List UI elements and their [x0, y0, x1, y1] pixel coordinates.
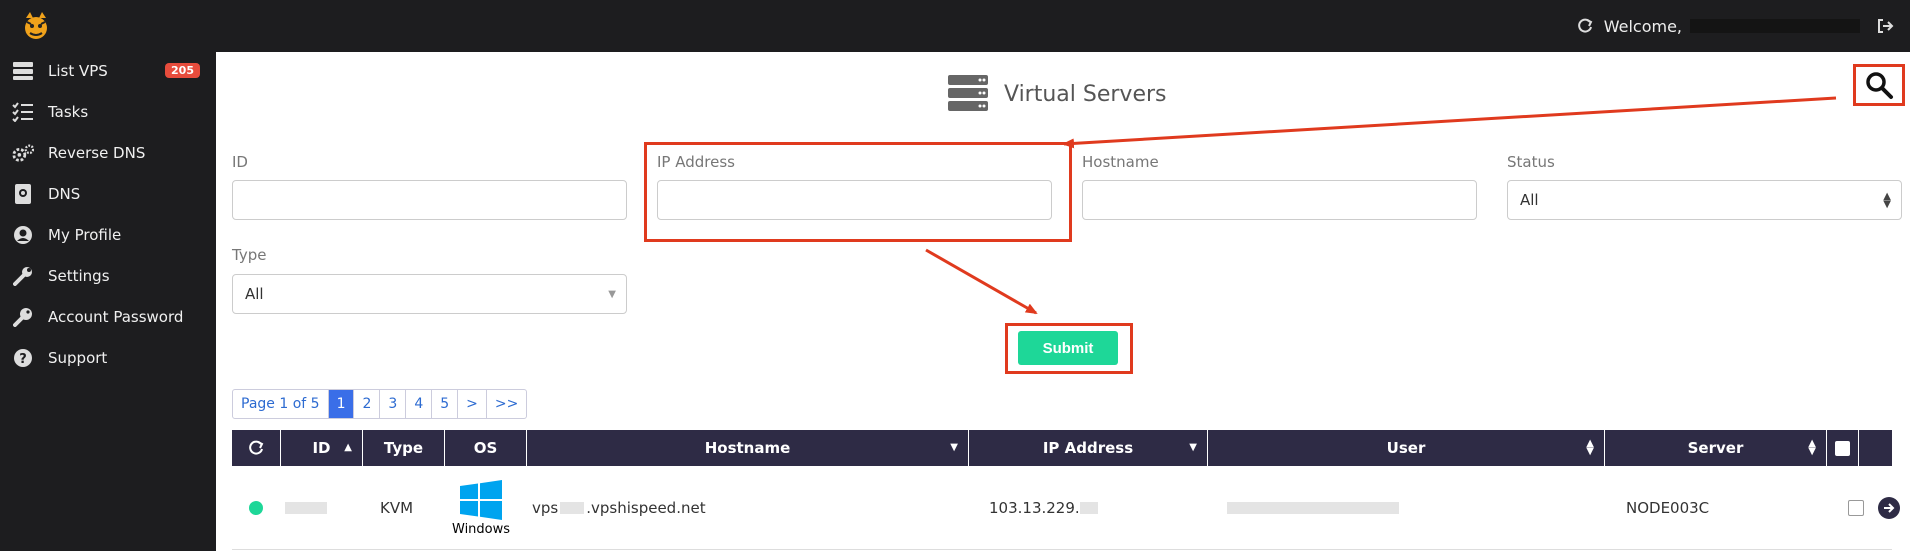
- page-next-link[interactable]: >: [457, 390, 486, 418]
- id-cell: [285, 466, 327, 550]
- sidebar-item-label: Reverse DNS: [48, 144, 146, 162]
- top-bar: Welcome,: [0, 0, 1910, 52]
- server-list-icon: [12, 60, 34, 82]
- username-redacted: [1690, 19, 1860, 33]
- tasks-icon: [12, 101, 34, 123]
- column-label: ID: [312, 439, 331, 457]
- table-row: KVM Windows vps .vpshispeed.net 103.13.2…: [232, 466, 1900, 550]
- main-content: Virtual Servers ID IP Address Hostname S…: [216, 52, 1910, 551]
- user-redacted: [1227, 502, 1399, 514]
- hostname-cell[interactable]: vps .vpshispeed.net: [532, 466, 706, 550]
- select-all-column-header: [1827, 430, 1859, 466]
- hostname-column-header[interactable]: Hostname ▼: [527, 430, 969, 466]
- id-column-header[interactable]: ID ▲: [281, 430, 363, 466]
- page-link-2[interactable]: 2: [353, 390, 379, 418]
- sidebar: List VPS 205 Tasks Reverse DNS DNS My Pr…: [0, 52, 216, 551]
- ip-prefix: 103.13.229.: [989, 499, 1080, 517]
- os-cell: Windows: [452, 466, 510, 550]
- sort-both-icon: ▲ ▼: [1586, 438, 1594, 457]
- sidebar-item-dns[interactable]: DNS: [0, 176, 216, 212]
- hostname-redacted: [560, 502, 585, 514]
- sidebar-item-list-vps[interactable]: List VPS 205: [0, 53, 216, 89]
- page-link-1[interactable]: 1: [327, 390, 354, 418]
- arrow-ip-to-submit: [925, 248, 1038, 315]
- column-label: Type: [383, 439, 424, 457]
- select-all-checkbox[interactable]: [1835, 440, 1850, 456]
- sidebar-item-label: Tasks: [48, 103, 89, 121]
- key-icon: [12, 306, 34, 328]
- os-label: Windows: [452, 521, 511, 537]
- type-column-header: Type: [363, 430, 445, 466]
- column-label: Hostname: [704, 439, 791, 457]
- server-cell: NODE003C: [1626, 466, 1709, 550]
- sidebar-item-label: List VPS: [48, 62, 108, 80]
- status-cell: [249, 466, 263, 550]
- refresh-column-header[interactable]: [232, 430, 281, 466]
- vps-count-badge: 205: [165, 63, 200, 78]
- action-cell: [1878, 466, 1900, 550]
- table-header: ID ▲ Type OS Hostname ▼ IP Address ▼ User ▲ ▼…: [232, 430, 1892, 466]
- sort-both-icon: ▲ ▼: [1808, 438, 1816, 457]
- column-label: OS: [473, 439, 498, 457]
- logo-icon[interactable]: [16, 8, 56, 44]
- sidebar-item-account-password[interactable]: Account Password: [0, 299, 216, 335]
- logout-icon[interactable]: [1876, 17, 1894, 35]
- sidebar-item-label: Account Password: [48, 308, 184, 326]
- user-cell: [1227, 466, 1399, 550]
- sidebar-item-support[interactable]: ? Support: [0, 340, 216, 376]
- sidebar-item-label: Settings: [48, 267, 110, 285]
- ip-address-cell: 103.13.229.: [989, 466, 1098, 550]
- select-cell: [1848, 466, 1864, 550]
- sidebar-item-label: DNS: [48, 185, 81, 203]
- column-label: Server: [1687, 439, 1744, 457]
- page-link-5[interactable]: 5: [431, 390, 457, 418]
- page-link-3[interactable]: 3: [379, 390, 405, 418]
- open-server-button[interactable]: [1878, 497, 1900, 519]
- hostname-suffix: .vpshispeed.net: [586, 499, 706, 517]
- question-icon: ?: [12, 347, 34, 369]
- sidebar-item-tasks[interactable]: Tasks: [0, 94, 216, 130]
- user-icon: [12, 224, 34, 246]
- sidebar-item-label: My Profile: [48, 226, 122, 244]
- refresh-icon: [249, 440, 264, 455]
- type-value: KVM: [380, 499, 414, 517]
- sort-desc-icon: ▼: [950, 442, 958, 453]
- sort-desc-icon: ▼: [1189, 442, 1197, 453]
- hostname-prefix: vps: [532, 499, 559, 517]
- sidebar-item-settings[interactable]: Settings: [0, 258, 216, 294]
- column-label: User: [1386, 439, 1426, 457]
- page-last-link[interactable]: >>: [485, 390, 526, 418]
- id-redacted: [285, 502, 327, 514]
- os-column-header: OS: [445, 430, 527, 466]
- sidebar-item-my-profile[interactable]: My Profile: [0, 217, 216, 253]
- wrench-icon: [12, 265, 34, 287]
- arrow-right-icon: [1884, 503, 1895, 513]
- windows-icon: Windows: [452, 479, 511, 537]
- welcome-text: Welcome,: [1603, 16, 1682, 36]
- online-status-indicator: [249, 501, 263, 515]
- ip-address-column-header[interactable]: IP Address ▼: [969, 430, 1208, 466]
- dns-icon: [12, 183, 34, 205]
- server-value: NODE003C: [1626, 499, 1710, 517]
- page-link-4[interactable]: 4: [405, 390, 431, 418]
- sort-asc-icon: ▲: [344, 442, 352, 453]
- type-cell: KVM: [380, 466, 413, 550]
- pagination: Page 1 of 5 1 2 3 4 5 > >>: [232, 389, 528, 419]
- ip-redacted: [1079, 502, 1098, 514]
- gears-icon: [12, 142, 34, 164]
- page-summary: Page 1 of 5: [241, 396, 320, 412]
- column-label: IP Address: [1042, 439, 1134, 457]
- user-column-header[interactable]: User ▲ ▼: [1208, 430, 1605, 466]
- sidebar-item-label: Support: [48, 349, 108, 367]
- row-checkbox[interactable]: [1848, 500, 1864, 516]
- arrow-search-to-ip: [1062, 96, 1837, 149]
- user-area: Welcome,: [1576, 14, 1894, 38]
- svg-text:?: ?: [19, 352, 27, 367]
- server-column-header[interactable]: Server ▲ ▼: [1605, 430, 1827, 466]
- sidebar-item-reverse-dns[interactable]: Reverse DNS: [0, 135, 216, 171]
- refresh-icon[interactable]: [1576, 17, 1594, 35]
